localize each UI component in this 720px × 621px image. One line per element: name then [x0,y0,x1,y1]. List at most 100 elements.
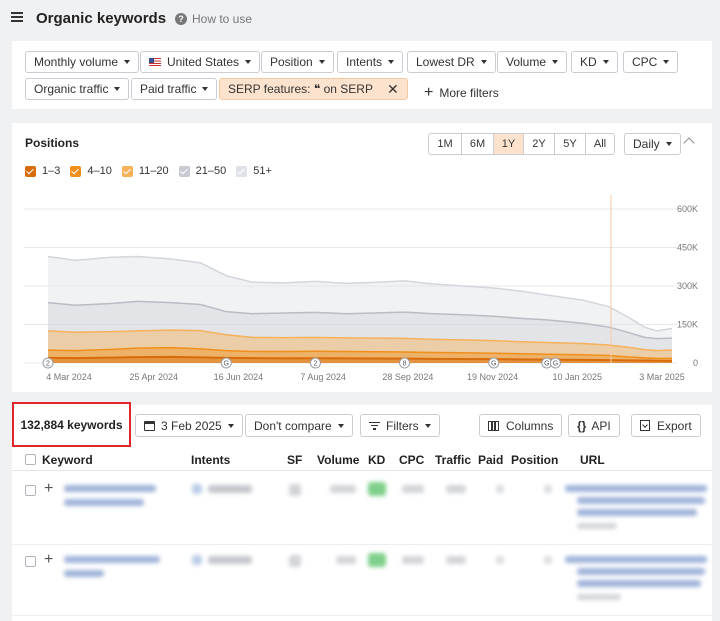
organic-traffic-dropdown[interactable]: Organic traffic [25,78,130,100]
paid-traffic-label: Paid traffic [140,82,197,96]
blurred-url-meta [577,594,621,600]
annotation-label: G [553,361,558,368]
col-kd[interactable]: KD [368,453,385,467]
blurred-sf [289,484,301,496]
legend-label: 11–20 [138,165,169,177]
blurred-keyword [64,570,104,577]
positions-panel: Positions 1M 6M 1Y 2Y 5Y All Daily 1–3 4… [12,123,712,392]
legend-item-21-50[interactable]: 21–50 [178,165,226,177]
col-traffic[interactable]: Traffic [435,453,471,467]
col-sf[interactable]: SF [287,453,302,467]
annotation-label: 8 [403,361,407,368]
close-icon[interactable]: ✕ [387,82,399,96]
blurred-volume [330,485,356,493]
range-5y-button[interactable]: 5Y [555,134,586,154]
columns-icon [488,420,499,431]
lowest-dr-dropdown[interactable]: Lowest DR [407,51,496,73]
legend-item-11-20[interactable]: 11–20 [121,165,169,177]
date-label: 3 Feb 2025 [161,418,222,433]
how-to-use-link[interactable]: ? How to use [175,12,252,26]
checkbox-icon [70,165,82,177]
col-volume[interactable]: Volume [317,453,359,467]
blurred-sf [289,555,301,567]
more-filters-button[interactable]: + More filters [424,82,499,104]
checkbox-icon [25,165,36,177]
export-button[interactable]: Export [631,414,701,437]
chevron-up-icon[interactable] [683,137,695,149]
api-button[interactable]: {} API [568,414,620,437]
date-picker[interactable]: 3 Feb 2025 [135,414,243,437]
blurred-url [577,509,697,516]
annotation-label: G [224,361,229,368]
monthly-volume-dropdown[interactable]: Monthly volume [25,51,140,73]
range-all-button[interactable]: All [586,134,614,154]
legend-item-4-10[interactable]: 4–10 [70,165,112,177]
lowest-dr-label: Lowest DR [416,55,475,69]
legend-item-1-3[interactable]: 1–3 [25,165,60,177]
col-paid[interactable]: Paid [478,453,503,467]
legend-label: 51+ [253,165,272,177]
menu-icon[interactable] [11,12,23,22]
kd-dropdown[interactable]: KD [571,51,618,73]
add-icon[interactable]: + [44,481,53,497]
col-position[interactable]: Position [511,453,558,467]
api-label: API [591,418,611,433]
position-label: Position [270,55,313,69]
caret-down-icon [424,423,431,428]
table-row[interactable]: + [12,475,712,545]
select-all-checkbox[interactable] [25,454,36,465]
country-label: United States [167,55,240,69]
legend-label: 4–10 [87,165,112,177]
compare-dropdown[interactable]: Don't compare [245,414,353,437]
columns-button[interactable]: Columns [479,414,563,437]
blurred-position [544,556,552,564]
country-dropdown[interactable]: United States [140,51,261,73]
blurred-kd [368,553,386,567]
organic-traffic-label: Organic traffic [34,82,109,96]
kd-label: KD [580,55,597,69]
blurred-volume [336,556,356,564]
cpc-dropdown[interactable]: CPC [623,51,679,73]
table-row[interactable]: + [12,546,712,616]
checkbox-icon [236,165,248,177]
add-icon[interactable]: + [44,552,53,568]
x-tick-label: 28 Sep 2024 [382,372,433,382]
col-keyword[interactable]: Keyword [42,453,93,467]
annotation-label: G [544,361,549,368]
caret-down-icon [124,60,131,64]
blurred-kd [368,482,386,496]
col-url[interactable]: URL [580,453,605,467]
range-selector: 1M 6M 1Y 2Y 5Y All [428,133,615,155]
annotation-label: G [491,361,496,368]
range-1m-button[interactable]: 1M [429,134,462,154]
positions-title: Positions [25,136,80,150]
col-cpc[interactable]: CPC [399,453,424,467]
cpc-label: CPC [632,55,658,69]
keyword-count: 132,884 keywords [12,402,131,447]
legend-label: 1–3 [42,165,61,177]
serp-features-filter[interactable]: SERP features: ❝ on SERP ✕ [219,78,408,100]
blurred-paid [496,556,504,564]
blurred-url [577,497,705,504]
position-dropdown[interactable]: Position [261,51,334,73]
col-intents[interactable]: Intents [191,453,230,467]
paid-traffic-dropdown[interactable]: Paid traffic [131,78,218,100]
intents-label: Intents [346,55,383,69]
range-6m-button[interactable]: 6M [462,134,494,154]
interval-dropdown[interactable]: Daily [624,133,681,155]
x-tick-label: 19 Nov 2024 [467,372,518,382]
caret-down-icon [388,60,395,64]
row-checkbox[interactable] [25,556,36,567]
calendar-icon [144,420,155,431]
range-2y-button[interactable]: 2Y [524,134,555,154]
x-tick-label: 4 Mar 2024 [46,372,92,382]
positions-chart: 600K 450K 300K 150K 0 4 Mar 2024 25 Apr 2024 16… [24,195,698,382]
row-checkbox[interactable] [25,485,36,496]
filters-dropdown[interactable]: Filters [360,414,440,437]
intents-dropdown[interactable]: Intents [337,51,404,73]
legend-item-51-plus[interactable]: 51+ [236,165,272,177]
caret-down-icon [665,142,672,146]
range-1y-button[interactable]: 1Y [494,134,524,154]
caret-down-icon [114,87,121,91]
volume-dropdown[interactable]: Volume [497,51,568,73]
